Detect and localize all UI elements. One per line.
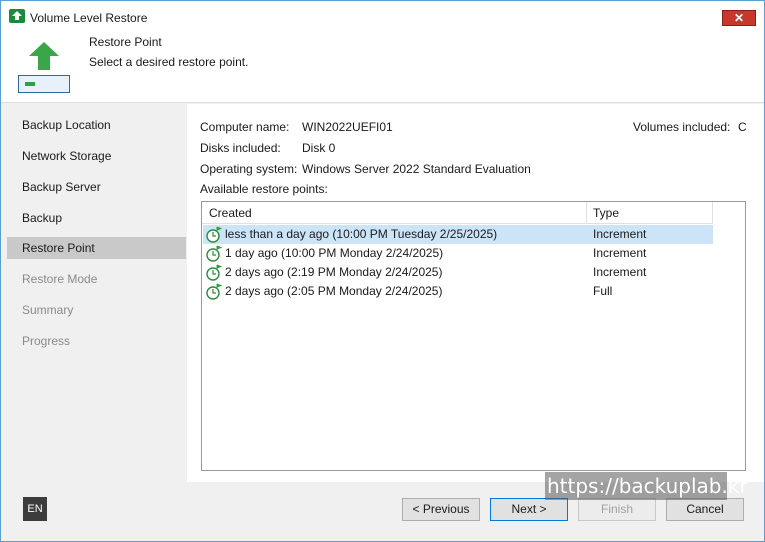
- table-header: Created Type: [202, 202, 713, 224]
- window-title: Volume Level Restore: [30, 11, 148, 25]
- step-subtitle: Select a desired restore point.: [89, 55, 249, 69]
- table-row[interactable]: 2 days ago (2:05 PM Monday 2/24/2025) Fu…: [203, 282, 713, 301]
- step-title: Restore Point: [89, 35, 162, 49]
- up-arrow-icon: [27, 41, 61, 74]
- row-type: Increment: [593, 246, 647, 260]
- wizard-steps-sidebar: Backup Location Network Storage Backup S…: [7, 104, 186, 482]
- title-bar: Volume Level Restore ✕: [1, 1, 764, 31]
- volumes-included-value: C: [738, 120, 747, 134]
- sidebar-item-progress: Progress: [22, 334, 71, 348]
- language-indicator[interactable]: EN: [23, 497, 47, 521]
- row-created: 2 days ago (2:19 PM Monday 2/24/2025): [225, 265, 443, 279]
- computer-name-value: WIN2022UEFI01: [302, 120, 393, 134]
- close-button[interactable]: ✕: [722, 10, 756, 26]
- restore-point-clock-icon: [206, 283, 222, 300]
- row-created: 2 days ago (2:05 PM Monday 2/24/2025): [225, 284, 443, 298]
- row-created: 1 day ago (10:00 PM Monday 2/24/2025): [225, 246, 444, 260]
- operating-system-value: Windows Server 2022 Standard Evaluation: [302, 162, 531, 176]
- sidebar-item-summary: Summary: [22, 303, 74, 317]
- next-button[interactable]: Next >: [490, 498, 568, 521]
- row-created: less than a day ago (10:00 PM Tuesday 2/…: [225, 227, 498, 241]
- previous-button[interactable]: < Previous: [402, 498, 480, 521]
- finish-button: Finish: [578, 498, 656, 521]
- restore-app-icon: [9, 9, 25, 23]
- volume-level-restore-window: Volume Level Restore ✕ Restore Point Sel…: [0, 0, 765, 542]
- table-row[interactable]: 1 day ago (10:00 PM Monday 2/24/2025) In…: [203, 244, 713, 263]
- column-header-type[interactable]: Type: [593, 206, 619, 220]
- table-row[interactable]: 2 days ago (2:19 PM Monday 2/24/2025) In…: [203, 263, 713, 282]
- wizard-header: Restore Point Select a desired restore p…: [1, 31, 764, 103]
- restore-point-clock-icon: [206, 264, 222, 281]
- disks-included-label: Disks included:: [200, 141, 281, 155]
- row-type: Increment: [593, 227, 647, 241]
- watermark-text: https://backuplab.kr: [545, 472, 748, 500]
- cancel-button[interactable]: Cancel: [666, 498, 744, 521]
- sidebar-item-backup[interactable]: Backup: [7, 207, 186, 229]
- volumes-included-label: Volumes included:: [633, 120, 731, 134]
- restore-point-clock-icon: [206, 245, 222, 262]
- sidebar-item-backup-server[interactable]: Backup Server: [7, 176, 186, 198]
- row-type: Full: [593, 284, 613, 298]
- sidebar-item-restore-point[interactable]: Restore Point: [7, 237, 186, 259]
- disk-icon: [18, 75, 70, 93]
- sidebar-item-network-storage[interactable]: Network Storage: [7, 145, 186, 167]
- table-row[interactable]: less than a day ago (10:00 PM Tuesday 2/…: [203, 225, 713, 244]
- row-type: Increment: [593, 265, 647, 279]
- computer-name-label: Computer name:: [200, 120, 290, 134]
- sidebar-item-restore-mode: Restore Mode: [22, 272, 98, 286]
- disks-included-value: Disk 0: [302, 141, 336, 155]
- column-header-created[interactable]: Created: [209, 206, 252, 220]
- restore-points-table[interactable]: Created Type less than a day ago (10:00 …: [201, 201, 746, 471]
- sidebar-item-backup-location[interactable]: Backup Location: [7, 114, 186, 136]
- restore-point-panel: Computer name: WIN2022UEFI01 Disks inclu…: [187, 104, 764, 482]
- restore-points-label: Available restore points:: [200, 182, 328, 196]
- restore-point-clock-icon: [206, 226, 222, 243]
- operating-system-label: Operating system:: [200, 162, 298, 176]
